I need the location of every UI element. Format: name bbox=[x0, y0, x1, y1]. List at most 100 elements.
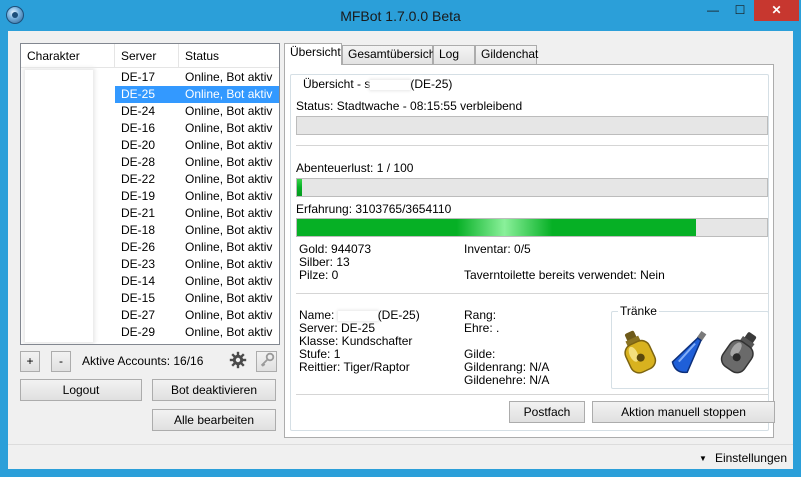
maximize-button[interactable]: ☐ bbox=[727, 0, 753, 21]
dropdown-arrow-icon: ▼ bbox=[699, 454, 707, 463]
stop-action-button[interactable]: Aktion manuell stoppen bbox=[592, 401, 775, 423]
client-area: Charakter Server Status DE-17 Online, Bot… bbox=[8, 31, 793, 469]
separator bbox=[296, 394, 768, 395]
tavern-label: Taverntoilette bereits verwendet: Nein bbox=[464, 268, 665, 282]
row-server: DE-22 bbox=[121, 172, 156, 186]
guild-label: Gilde: bbox=[464, 347, 496, 361]
experience-label: Erfahrung: 3103765/3654110 bbox=[296, 202, 452, 216]
row-server: DE-21 bbox=[121, 206, 156, 220]
adventure-progress-fill bbox=[297, 179, 302, 196]
rank-label: Rang: bbox=[464, 308, 497, 322]
row-server: DE-15 bbox=[121, 291, 156, 305]
title-bar[interactable]: MFBot 1.7.0.0 Beta — ☐ ✕ bbox=[0, 0, 801, 31]
inventory-label: Inventar: 0/5 bbox=[464, 242, 531, 256]
row-status: Online, Bot aktiv bbox=[185, 257, 273, 271]
settings-label: Einstellungen bbox=[714, 451, 787, 465]
row-status: Online, Bot aktiv bbox=[185, 240, 273, 254]
window-title: MFBot 1.7.0.0 Beta bbox=[340, 8, 461, 24]
silver-label: Silber: 13 bbox=[299, 255, 350, 269]
row-server: DE-25 bbox=[115, 86, 179, 103]
mushrooms-label: Pilze: 0 bbox=[299, 268, 339, 282]
experience-progress-bar bbox=[296, 218, 768, 237]
blue-potion-icon[interactable] bbox=[668, 324, 710, 380]
experience-progress-fill bbox=[297, 219, 697, 236]
close-button[interactable]: ✕ bbox=[754, 0, 799, 21]
guild-honor-label: Gildenehre: N/A bbox=[464, 373, 550, 387]
guild-rank-label: Gildenrang: N/A bbox=[464, 360, 550, 374]
gold-potion-icon[interactable] bbox=[618, 324, 660, 380]
overview-group: Übersicht - s (DE-25) Status: Stadtwache … bbox=[290, 74, 775, 431]
settings-dropdown[interactable]: ▼ Einstellungen bbox=[699, 451, 787, 465]
row-status: Online, Bot aktiv bbox=[179, 86, 279, 103]
row-status: Online, Bot aktiv bbox=[185, 308, 273, 322]
row-server: DE-29 bbox=[121, 325, 156, 339]
status-bar: ▼ Einstellungen bbox=[8, 444, 793, 469]
name-label: Name: bbox=[299, 308, 335, 322]
edit-all-button[interactable]: Alle bearbeiten bbox=[152, 409, 276, 431]
row-status: Online, Bot aktiv bbox=[185, 155, 273, 169]
row-server: DE-18 bbox=[121, 223, 156, 237]
deactivate-bot-button[interactable]: Bot deaktivieren bbox=[152, 379, 276, 401]
server-label: Server: DE-25 bbox=[299, 321, 376, 335]
row-server: DE-27 bbox=[121, 308, 156, 322]
overview-panel: Übersicht - s (DE-25) Status: Stadtwache … bbox=[284, 64, 775, 438]
row-status: Online, Bot aktiv bbox=[185, 274, 273, 288]
row-status: Online, Bot aktiv bbox=[185, 138, 273, 152]
row-server: DE-14 bbox=[121, 274, 156, 288]
character-list[interactable]: Charakter Server Status DE-17 Online, Bot… bbox=[20, 43, 280, 345]
row-server: DE-17 bbox=[121, 70, 156, 84]
tab-overview[interactable]: Übersicht bbox=[284, 43, 342, 65]
separator bbox=[296, 145, 768, 146]
column-header-character[interactable]: Charakter bbox=[21, 44, 115, 68]
remove-account-button[interactable]: - bbox=[51, 351, 71, 372]
key-icon[interactable] bbox=[256, 351, 277, 372]
mount-label: Reittier: Tiger/Raptor bbox=[299, 360, 410, 374]
column-header-server[interactable]: Server bbox=[115, 44, 179, 68]
honor-label: Ehre: . bbox=[464, 321, 500, 335]
overview-legend-prefix: Übersicht - s bbox=[303, 77, 371, 91]
row-status: Online, Bot aktiv bbox=[185, 189, 273, 203]
tab-guild-chat[interactable]: Gildenchat bbox=[475, 45, 538, 64]
mailbox-button[interactable]: Postfach bbox=[509, 401, 585, 423]
row-status: Online, Bot aktiv bbox=[185, 104, 273, 118]
tab-log[interactable]: Log bbox=[433, 45, 475, 64]
potions-legend: Tränke bbox=[618, 304, 659, 318]
redacted-name bbox=[370, 79, 411, 90]
gear-icon[interactable] bbox=[227, 351, 248, 372]
row-status: Online, Bot aktiv bbox=[185, 223, 273, 237]
row-server: DE-26 bbox=[121, 240, 156, 254]
name-row: Name: (DE-25) bbox=[299, 308, 420, 322]
list-header: Charakter Server Status bbox=[21, 44, 279, 68]
row-server: DE-16 bbox=[121, 121, 156, 135]
overview-legend: Übersicht - s (DE-25) bbox=[301, 77, 455, 91]
row-status: Online, Bot aktiv bbox=[185, 121, 273, 135]
overview-legend-suffix: (DE-25) bbox=[410, 77, 453, 91]
tab-total-overview[interactable]: Gesamtübersicht bbox=[342, 45, 439, 64]
row-server: DE-23 bbox=[121, 257, 156, 271]
redacted-names bbox=[25, 70, 93, 342]
minimize-button[interactable]: — bbox=[700, 0, 726, 21]
potion-body bbox=[671, 337, 702, 374]
level-label: Stufe: 1 bbox=[299, 347, 341, 361]
row-server: DE-20 bbox=[121, 138, 156, 152]
status-label: Status: Stadtwache - 08:15:55 verbleiben… bbox=[296, 99, 523, 113]
row-server: DE-28 bbox=[121, 155, 156, 169]
row-server: DE-24 bbox=[121, 104, 156, 118]
name-server-suffix: (DE-25) bbox=[377, 308, 420, 322]
class-label: Klasse: Kundschafter bbox=[299, 334, 413, 348]
gray-potion-icon[interactable] bbox=[718, 324, 760, 380]
row-server: DE-19 bbox=[121, 189, 156, 203]
adventure-label: Abenteuerlust: 1 / 100 bbox=[296, 161, 414, 175]
logout-button[interactable]: Logout bbox=[20, 379, 142, 401]
app-window: MFBot 1.7.0.0 Beta — ☐ ✕ Charakter Serve… bbox=[0, 0, 801, 477]
column-header-status[interactable]: Status bbox=[179, 44, 279, 68]
row-status: Online, Bot aktiv bbox=[185, 325, 273, 339]
redacted-name bbox=[337, 310, 378, 321]
gold-label: Gold: 944073 bbox=[299, 242, 372, 256]
adventure-progress-bar bbox=[296, 178, 768, 197]
add-account-button[interactable]: + bbox=[20, 351, 40, 372]
separator bbox=[296, 293, 768, 294]
row-status: Online, Bot aktiv bbox=[185, 291, 273, 305]
row-status: Online, Bot aktiv bbox=[185, 172, 273, 186]
row-status: Online, Bot aktiv bbox=[185, 206, 273, 220]
